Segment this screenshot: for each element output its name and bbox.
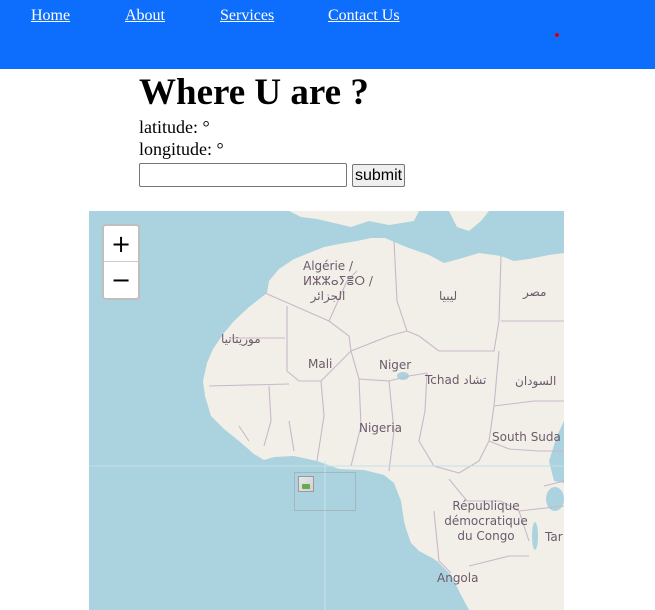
map-label-mauritania: موريتانيا: [221, 332, 261, 346]
longitude-label: longitude: °: [139, 139, 224, 159]
map-label-algeria-line3: الجزائر: [310, 289, 346, 303]
map-label-drc-line1: République: [452, 499, 520, 513]
lake-tanganyika: [532, 522, 538, 550]
map-label-algeria: Algérie / ⵍⵣⵣⴰⵢⴻⵔ / الجزائر: [303, 259, 373, 304]
map-label-libya: ليبيا: [439, 289, 458, 303]
map-label-drc-line3: du Congo: [457, 529, 515, 543]
map-label-drc-line2: démocratique: [444, 514, 528, 528]
map-label-algeria-line1: Algérie /: [303, 259, 354, 273]
submit-button[interactable]: submit: [352, 164, 406, 187]
map-label-algeria-line2: ⵍⵣⵣⴰⵢⴻⵔ /: [303, 274, 373, 288]
page-title: Where U are ?: [139, 72, 369, 113]
broken-image-icon: [298, 476, 314, 492]
latitude-label: latitude: °: [139, 117, 210, 137]
nav-link-contact[interactable]: Contact Us: [328, 7, 400, 25]
nav-link-home[interactable]: Home: [31, 7, 70, 25]
map-container[interactable]: + − Algérie / ⵍⵣⵣⴰⵢⴻⵔ / الجزائر ليبيا مص…: [89, 211, 564, 610]
map-label-egypt: مصر: [523, 285, 547, 299]
location-input[interactable]: [139, 163, 347, 187]
nav-link-about[interactable]: About: [125, 7, 165, 25]
map-label-chad: Tchad تشاد: [425, 373, 487, 387]
map-label-sudan: السودان: [515, 374, 557, 388]
map-label-tanzania: Tar: [545, 530, 563, 544]
zoom-control: + −: [102, 224, 140, 300]
navbar: Home About Services Contact Us: [0, 0, 655, 69]
map-label-drc: République démocratique du Congo: [441, 499, 531, 544]
location-marker-image[interactable]: [294, 472, 356, 511]
map-label-angola: Angola: [437, 571, 479, 585]
map-label-south-sudan: South Suda: [492, 430, 561, 444]
red-dot-marker: [555, 33, 559, 37]
nav-link-services[interactable]: Services: [220, 7, 274, 25]
map-label-mali: Mali: [308, 357, 333, 371]
location-section: Where U are ? latitude: ° longitude: °: [139, 70, 559, 160]
zoom-in-button[interactable]: +: [104, 226, 138, 262]
map-label-nigeria: Nigeria: [359, 421, 402, 435]
zoom-out-button[interactable]: −: [104, 262, 138, 298]
map-label-niger: Niger: [379, 358, 412, 372]
